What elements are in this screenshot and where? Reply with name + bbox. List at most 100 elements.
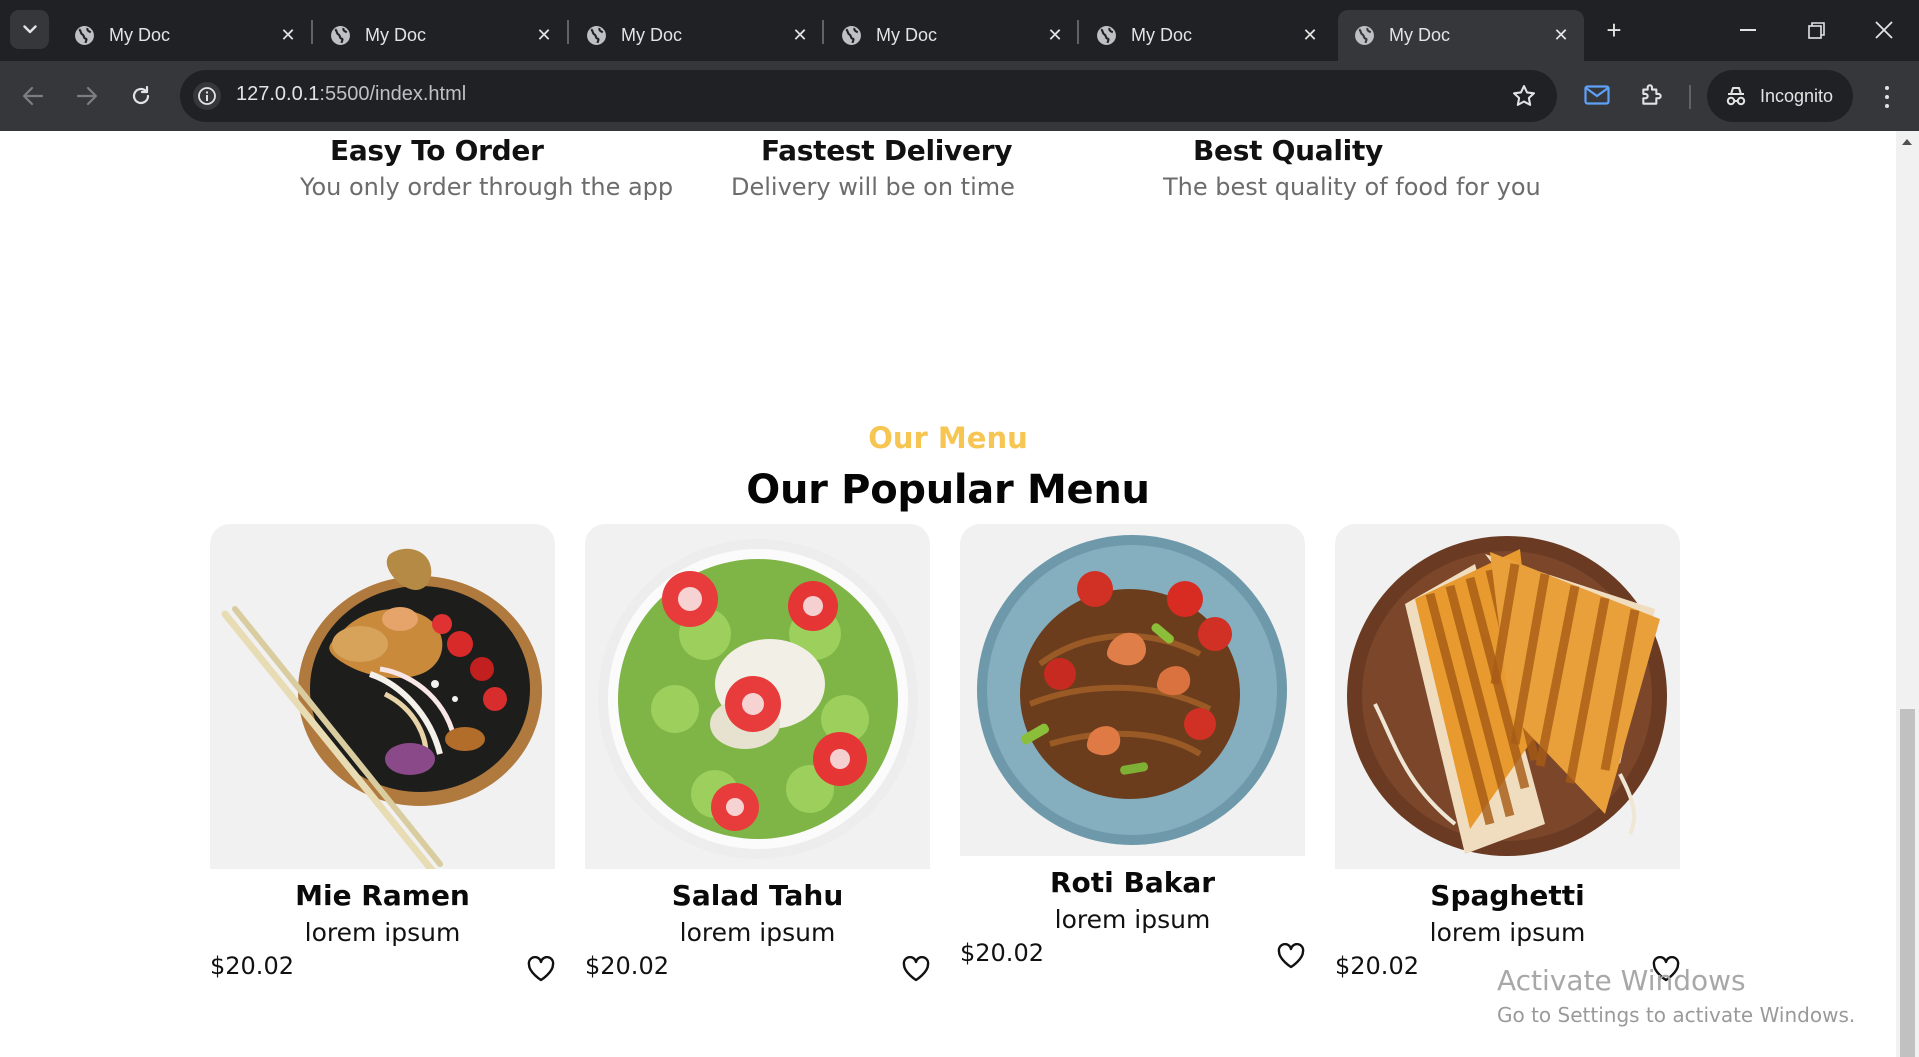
heart-icon[interactable] <box>902 956 930 982</box>
globe-icon <box>331 26 350 45</box>
puzzle-icon <box>1642 84 1662 105</box>
heart-icon[interactable] <box>1277 943 1305 969</box>
heart-icon[interactable] <box>527 956 555 982</box>
tab-title: My Doc <box>1389 25 1451 45</box>
food-image-sandwich <box>1335 524 1680 869</box>
feature-title: Easy To Order <box>330 134 544 167</box>
feature-easy-to-order-text-wrap: You only order through the app <box>300 173 673 201</box>
food-image-ramen <box>210 524 555 869</box>
arrow-left-icon <box>22 86 44 106</box>
mail-icon <box>1584 85 1610 105</box>
tab-title: My Doc <box>876 25 938 45</box>
browser-tab[interactable]: My Doc ✕ <box>314 10 567 61</box>
close-tab-icon[interactable]: ✕ <box>789 25 811 47</box>
tab-title: My Doc <box>109 25 171 45</box>
globe-icon <box>1355 26 1374 45</box>
page-scrollbar[interactable] <box>1896 131 1919 1057</box>
extensions-button[interactable] <box>1639 82 1665 112</box>
browser-tab[interactable]: My Doc ✕ <box>1080 10 1333 61</box>
browser-menu-button[interactable] <box>1877 83 1897 111</box>
feature-text: You only order through the app <box>300 173 674 201</box>
feature-easy-to-order: Easy To Order <box>330 134 544 167</box>
menu-item-price: $20.02 <box>585 952 669 980</box>
feature-fastest-delivery-text-wrap: Delivery will be on time <box>731 173 1015 201</box>
menu-item-desc: lorem ipsum <box>1054 905 1211 934</box>
close-window-button[interactable] <box>1864 12 1904 48</box>
close-tab-icon[interactable]: ✕ <box>533 25 555 47</box>
browser-tab-active[interactable]: My Doc ✕ <box>1338 10 1584 61</box>
browser-tab[interactable]: My Doc ✕ <box>825 10 1078 61</box>
minimize-icon <box>1740 29 1756 31</box>
watermark-title: Activate Windows <box>1497 964 1746 997</box>
menu-item-price: $20.02 <box>1335 952 1419 980</box>
new-tab-button[interactable]: + <box>1600 15 1628 45</box>
close-tab-icon[interactable]: ✕ <box>1299 25 1321 47</box>
incognito-profile-button[interactable]: Incognito <box>1707 70 1853 122</box>
globe-icon <box>842 26 861 45</box>
globe-icon <box>1097 26 1116 45</box>
toolbar-divider <box>1689 85 1691 109</box>
star-icon <box>1513 85 1535 106</box>
menu-item-name: Spaghetti <box>1430 879 1585 912</box>
url-path: :5500/index.html <box>319 83 467 105</box>
menu-item-price: $20.02 <box>210 952 294 980</box>
scrollbar-thumb[interactable] <box>1900 709 1915 1057</box>
tab-separator <box>1077 20 1079 44</box>
browser-tab[interactable]: My Doc ✕ <box>58 10 311 61</box>
incognito-icon <box>1726 87 1746 106</box>
menu-item-desc: lorem ipsum <box>1429 918 1586 947</box>
food-image-noodles <box>960 524 1305 856</box>
close-tab-icon[interactable]: ✕ <box>1044 25 1066 47</box>
feature-title: Best Quality <box>1193 134 1383 167</box>
bookmark-button[interactable] <box>1511 83 1537 113</box>
menu-item-price: $20.02 <box>960 939 1044 967</box>
feature-best-quality: Best Quality <box>1193 134 1383 167</box>
arrow-right-icon <box>76 86 98 106</box>
close-tab-icon[interactable]: ✕ <box>1550 25 1572 47</box>
tab-separator <box>822 20 824 44</box>
address-bar[interactable]: 127.0.0.1:5500/index.html <box>180 70 1557 122</box>
browser-toolbar: 127.0.0.1:5500/index.html Incognito <box>0 61 1919 131</box>
globe-icon <box>75 26 94 45</box>
close-tab-icon[interactable]: ✕ <box>277 25 299 47</box>
minimize-button[interactable] <box>1728 12 1768 48</box>
mail-extension-button[interactable] <box>1584 85 1610 109</box>
activate-windows-watermark: Activate Windows Go to Settings to activ… <box>1497 964 1855 1027</box>
menu-kicker: Our Menu <box>868 421 1028 455</box>
tab-search-button[interactable] <box>10 10 49 49</box>
tab-strip: My Doc ✕ My Doc ✕ My Doc ✕ My Doc ✕ My D… <box>0 0 1919 61</box>
feature-fastest-delivery: Fastest Delivery <box>761 134 1012 167</box>
tab-title: My Doc <box>621 25 683 45</box>
tab-title: My Doc <box>365 25 427 45</box>
tab-separator <box>311 20 313 44</box>
restore-button[interactable] <box>1796 12 1836 48</box>
back-button[interactable] <box>16 79 50 113</box>
menu-item-name: Roti Bakar <box>1049 866 1216 899</box>
globe-icon <box>587 26 606 45</box>
url-host: 127.0.0.1 <box>236 83 320 105</box>
reload-button[interactable] <box>124 79 158 113</box>
feature-text: The best quality of food for you <box>1163 173 1541 201</box>
browser-tab[interactable]: My Doc ✕ <box>570 10 823 61</box>
menu-item-name: Salad Tahu <box>671 879 844 912</box>
menu-item-desc: lorem ipsum <box>679 918 836 947</box>
chevron-down-icon <box>22 25 37 34</box>
menu-item-name: Mie Ramen <box>295 879 470 912</box>
feature-best-quality-text-wrap: The best quality of food for you <box>1163 173 1541 201</box>
menu-heading: Our Popular Menu <box>746 467 1150 513</box>
tab-title: My Doc <box>1131 25 1193 45</box>
forward-button[interactable] <box>70 79 104 113</box>
incognito-label: Incognito <box>1760 85 1834 106</box>
page-viewport: Easy To Order You only order through the… <box>0 131 1896 1057</box>
watermark-subtitle: Go to Settings to activate Windows. <box>1497 1003 1856 1027</box>
food-image-salad <box>585 524 930 869</box>
close-icon <box>1875 21 1893 39</box>
tab-separator <box>567 20 569 44</box>
scroll-up-arrow-icon[interactable] <box>1902 139 1912 145</box>
reload-icon <box>132 85 150 105</box>
feature-title: Fastest Delivery <box>761 134 1013 167</box>
info-icon <box>198 87 216 105</box>
site-info-button[interactable] <box>193 82 221 110</box>
menu-item-desc: lorem ipsum <box>304 918 461 947</box>
url-text[interactable]: 127.0.0.1:5500/index.html <box>236 83 466 106</box>
